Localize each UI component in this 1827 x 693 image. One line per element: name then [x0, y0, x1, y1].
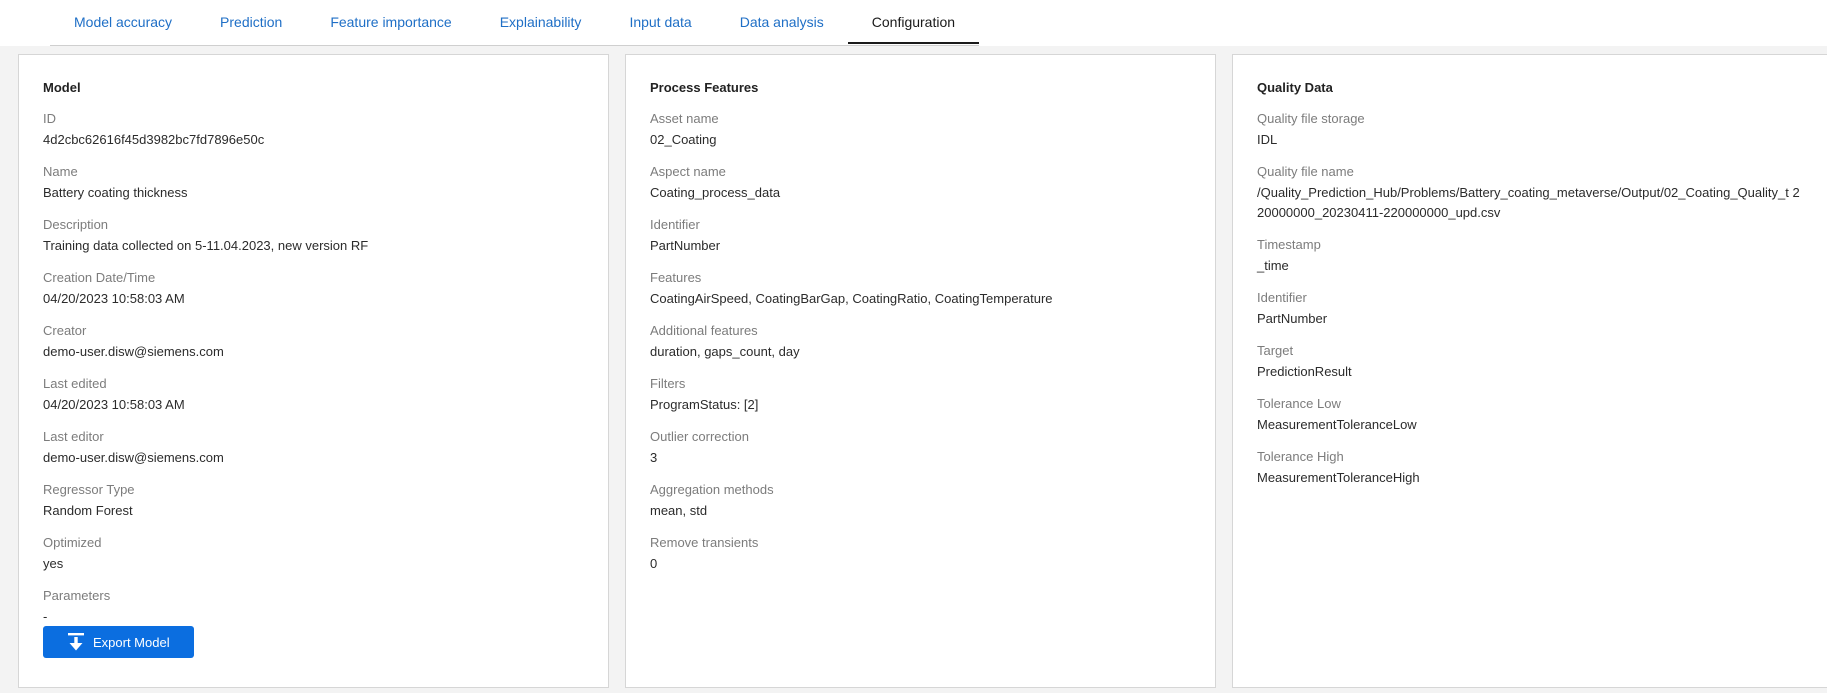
field-value: mean, std: [650, 503, 708, 518]
field-label: Parameters: [43, 588, 111, 603]
model-last-edited-field: Last edited 04/20/2023 10:58:03 AM: [43, 375, 584, 415]
field-label: ID: [43, 111, 56, 126]
model-creator-field: Creator demo-user.disw@siemens.com: [43, 322, 584, 362]
field-label: Asset name: [650, 111, 719, 126]
field-value: MeasurementToleranceHigh: [1257, 470, 1420, 485]
model-parameters-field: Parameters -: [43, 587, 584, 627]
field-label: Features: [650, 270, 702, 285]
field-value: PartNumber: [650, 238, 721, 253]
tab-model-accuracy[interactable]: Model accuracy: [50, 0, 196, 44]
field-label: Tolerance Low: [1257, 396, 1341, 411]
field-value: PredictionResult: [1257, 364, 1352, 379]
model-card-title: Model: [43, 80, 81, 95]
field-label: Name: [43, 164, 78, 179]
field-value: 3: [650, 450, 658, 465]
field-value: Battery coating thickness: [43, 185, 188, 200]
model-id-field: ID 4d2cbc62616f45d3982bc7fd7896e50c: [43, 110, 584, 150]
remove-transients-field: Remove transients 0: [650, 534, 1191, 574]
field-label: Regressor Type: [43, 482, 135, 497]
field-label: Optimized: [43, 535, 102, 550]
field-label: Remove transients: [650, 535, 759, 550]
timestamp-field: Timestamp _time: [1257, 236, 1803, 276]
field-value: MeasurementToleranceLow: [1257, 417, 1417, 432]
target-field: Target PredictionResult: [1257, 342, 1803, 382]
field-label: Quality file storage: [1257, 111, 1365, 126]
tab-input-data[interactable]: Input data: [605, 0, 715, 44]
field-value: yes: [43, 556, 64, 571]
field-value: 4d2cbc62616f45d3982bc7fd7896e50c: [43, 132, 265, 147]
quality-data-card: Quality Data Quality file storage IDL Qu…: [1232, 54, 1827, 688]
tab-list: Model accuracy Prediction Feature import…: [50, 0, 980, 46]
identifier-field: Identifier PartNumber: [650, 216, 1191, 256]
tolerance-low-field: Tolerance Low MeasurementToleranceLow: [1257, 395, 1803, 435]
field-label: Creator: [43, 323, 87, 338]
filters-field: Filters ProgramStatus: [2]: [650, 375, 1191, 415]
field-label: Additional features: [650, 323, 758, 338]
field-value: 04/20/2023 10:58:03 AM: [43, 397, 185, 412]
download-icon: [67, 632, 85, 652]
field-value: _time: [1257, 258, 1289, 273]
configuration-panel: Model ID 4d2cbc62616f45d3982bc7fd7896e50…: [0, 46, 1827, 693]
features-field: Features CoatingAirSpeed, CoatingBarGap,…: [650, 269, 1191, 309]
field-label: Timestamp: [1257, 237, 1321, 252]
field-label: Outlier correction: [650, 429, 749, 444]
export-model-button[interactable]: Export Model: [43, 626, 194, 658]
field-label: Identifier: [1257, 290, 1307, 305]
model-creation-date-field: Creation Date/Time 04/20/2023 10:58:03 A…: [43, 269, 584, 309]
field-value: /Quality_Prediction_Hub/Problems/Battery…: [1257, 185, 1800, 220]
quality-data-card-title: Quality Data: [1257, 80, 1333, 95]
tab-bar: Model accuracy Prediction Feature import…: [0, 0, 1827, 46]
field-label: Description: [43, 217, 109, 232]
field-value: IDL: [1257, 132, 1278, 147]
field-label: Last edited: [43, 376, 107, 391]
aggregation-methods-field: Aggregation methods mean, std: [650, 481, 1191, 521]
model-last-editor-field: Last editor demo-user.disw@siemens.com: [43, 428, 584, 468]
model-name-field: Name Battery coating thickness: [43, 163, 584, 203]
field-value: 0: [650, 556, 658, 571]
quality-file-storage-field: Quality file storage IDL: [1257, 110, 1803, 150]
tab-configuration[interactable]: Configuration: [847, 0, 980, 44]
tab-feature-importance[interactable]: Feature importance: [306, 0, 475, 44]
asset-name-field: Asset name 02_Coating: [650, 110, 1191, 150]
field-label: Filters: [650, 376, 686, 391]
model-description-field: Description Training data collected on 5…: [43, 216, 584, 256]
field-label: Last editor: [43, 429, 104, 444]
aspect-name-field: Aspect name Coating_process_data: [650, 163, 1191, 203]
tab-prediction[interactable]: Prediction: [196, 0, 306, 44]
field-label: Identifier: [650, 217, 700, 232]
field-label: Creation Date/Time: [43, 270, 156, 285]
outlier-correction-field: Outlier correction 3: [650, 428, 1191, 468]
field-value: CoatingAirSpeed, CoatingBarGap, CoatingR…: [650, 291, 1053, 306]
field-value: 04/20/2023 10:58:03 AM: [43, 291, 185, 306]
tolerance-high-field: Tolerance High MeasurementToleranceHigh: [1257, 448, 1803, 488]
field-label: Aggregation methods: [650, 482, 774, 497]
model-card: Model ID 4d2cbc62616f45d3982bc7fd7896e50…: [18, 54, 609, 688]
process-features-card: Process Features Asset name 02_Coating A…: [625, 54, 1216, 688]
field-value: Coating_process_data: [650, 185, 781, 200]
model-regressor-type-field: Regressor Type Random Forest: [43, 481, 584, 521]
field-value: demo-user.disw@siemens.com: [43, 450, 224, 465]
field-value: ProgramStatus: [2]: [650, 397, 759, 412]
field-value: PartNumber: [1257, 311, 1328, 326]
field-label: Aspect name: [650, 164, 726, 179]
field-label: Tolerance High: [1257, 449, 1344, 464]
tab-data-analysis[interactable]: Data analysis: [716, 0, 848, 44]
field-label: Target: [1257, 343, 1294, 358]
quality-file-name-field: Quality file name /Quality_Prediction_Hu…: [1257, 163, 1803, 223]
field-value: demo-user.disw@siemens.com: [43, 344, 224, 359]
field-value: duration, gaps_count, day: [650, 344, 800, 359]
field-value: Training data collected on 5-11.04.2023,…: [43, 238, 369, 253]
field-value: 02_Coating: [650, 132, 717, 147]
model-optimized-field: Optimized yes: [43, 534, 584, 574]
field-value: Random Forest: [43, 503, 133, 518]
field-label: Quality file name: [1257, 164, 1354, 179]
additional-features-field: Additional features duration, gaps_count…: [650, 322, 1191, 362]
tab-explainability[interactable]: Explainability: [476, 0, 606, 44]
process-features-card-title: Process Features: [650, 80, 759, 95]
quality-identifier-field: Identifier PartNumber: [1257, 289, 1803, 329]
export-model-label: Export Model: [93, 634, 170, 650]
field-value: -: [43, 609, 48, 624]
